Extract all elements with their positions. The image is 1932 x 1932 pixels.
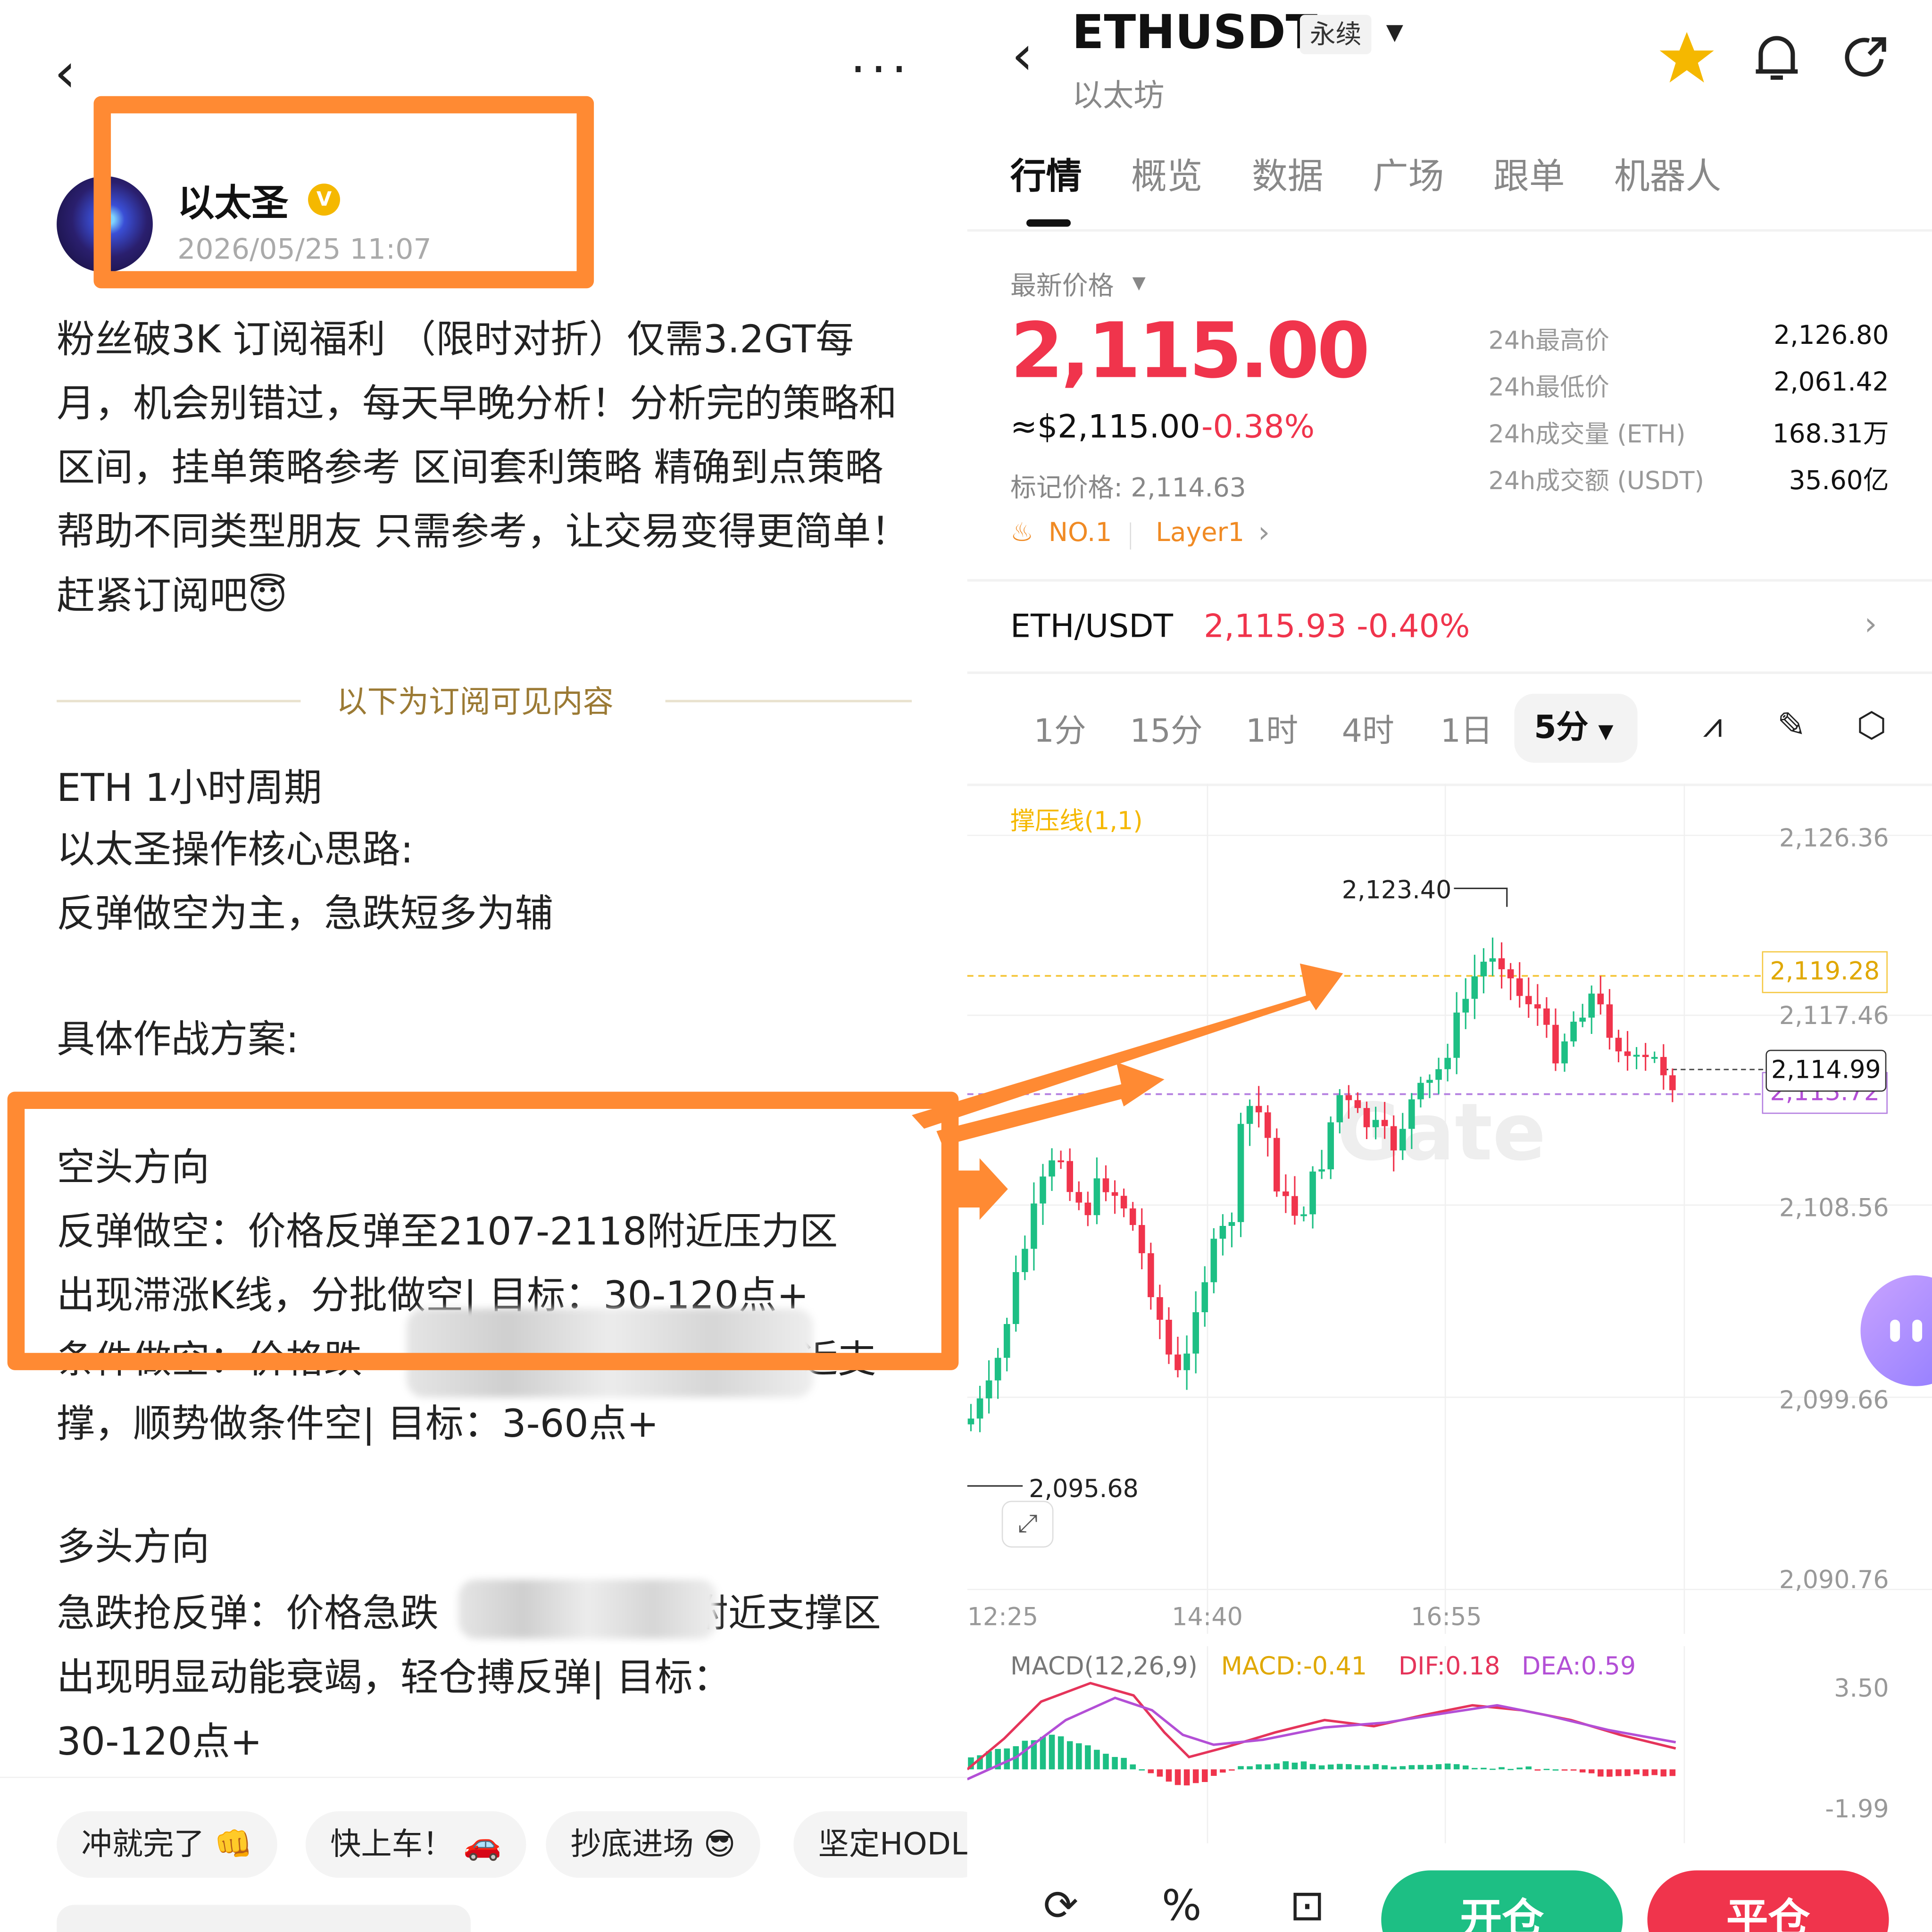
arrow-lower (951, 1158, 1008, 1220)
annotation-arrows (912, 963, 1343, 1220)
